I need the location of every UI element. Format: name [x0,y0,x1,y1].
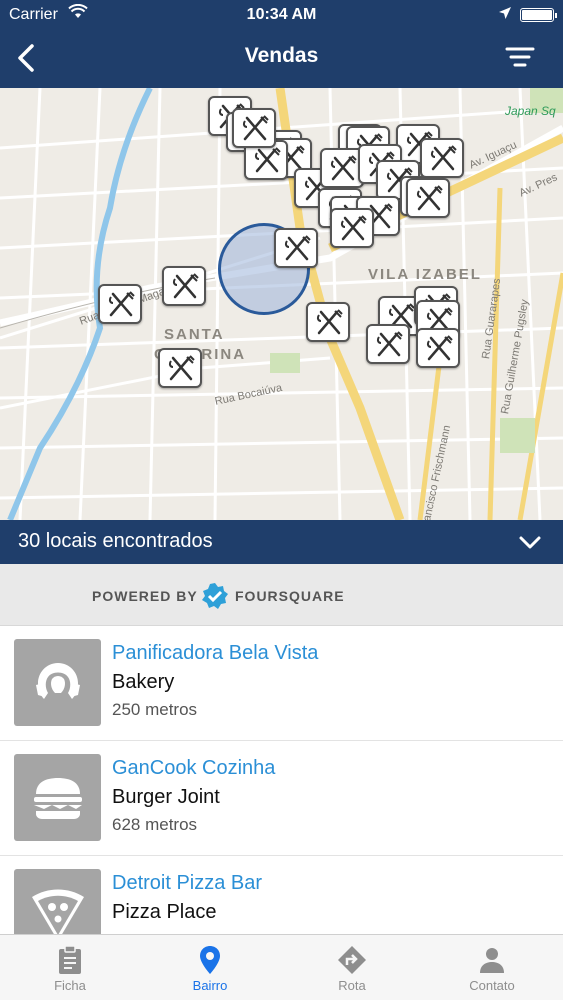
location-arrow-icon [498,6,512,25]
map-venue-marker[interactable] [158,348,202,388]
powered-by-banner: POWERED BY FOURSQUARE [0,564,563,626]
venue-name[interactable]: Panificadora Bela Vista [112,642,318,665]
poi-label: Japan Sq [505,104,556,118]
tab-label: Ficha [54,978,86,993]
powered-by-brand: FOURSQUARE [235,588,345,604]
fork-knife-icon [242,115,269,141]
fork-knife-icon [172,273,199,299]
map-venue-marker[interactable] [306,302,350,342]
tab-label: Bairro [192,978,228,993]
results-count: 30 locais encontrados [18,530,213,552]
tab-label: Contato [469,978,515,993]
fork-knife-icon [284,235,311,261]
chevron-down-icon[interactable] [518,532,542,557]
clock: 10:34 AM [246,6,317,23]
map-venue-marker[interactable] [232,108,276,148]
map-venue-marker[interactable] [366,324,410,364]
tab-bar: Ficha Bairro Rota Contato [0,934,563,1000]
fork-knife-icon [168,355,195,381]
filter-icon [505,47,535,67]
district-label: SANTA [164,326,225,343]
status-bar: Carrier 10:34 AM [0,0,563,30]
clipboard-icon [56,945,84,980]
fork-knife-icon [376,331,403,357]
fork-knife-icon [316,309,343,335]
tab-label: Rota [338,978,366,993]
navigation-bar: Carrier 10:34 AM Vendas [0,0,563,88]
venue-category: Pizza Place [112,901,217,923]
powered-by-label: POWERED BY [92,588,198,604]
venue-category: Bakery [112,671,175,693]
fork-knife-icon [330,155,357,181]
page-title: Vendas [244,44,319,67]
venue-distance: 628 metros [112,815,198,834]
map-venue-marker[interactable] [416,328,460,368]
map-venue-marker[interactable] [162,266,206,306]
tab-ficha[interactable]: Ficha [0,935,140,1000]
map-venue-marker[interactable] [406,178,450,218]
burger-icon [34,778,82,819]
venue-category: Burger Joint [112,786,220,808]
map-venue-marker[interactable] [420,138,464,178]
croissant-icon [36,663,80,699]
map-view[interactable]: Japan Sq VILA IZABEL SANTA CATARINA Rua … [0,88,563,520]
venue-thumbnail [14,869,101,934]
list-item[interactable]: Detroit Pizza Bar Pizza Place [0,856,563,934]
location-pin-icon [196,945,224,980]
foursquare-logo-icon [201,582,229,615]
map-venue-marker[interactable] [274,228,318,268]
tab-contato[interactable]: Contato [422,935,562,1000]
fork-knife-icon [416,185,443,211]
person-icon [478,945,506,980]
route-icon [338,945,366,980]
tab-rota[interactable]: Rota [282,935,422,1000]
fork-knife-icon [340,215,367,241]
results-bar[interactable]: 30 locais encontrados [0,520,563,564]
fork-knife-icon [430,145,457,171]
fork-knife-icon [426,335,453,361]
tab-bairro[interactable]: Bairro [140,935,280,1000]
venue-name[interactable]: Detroit Pizza Bar [112,872,262,895]
pizza-icon [32,889,84,934]
district-label: VILA IZABEL [368,266,482,283]
fork-knife-icon [108,291,135,317]
filter-button[interactable] [500,40,540,76]
list-item[interactable]: Panificadora Bela Vista Bakery 250 metro… [0,626,563,741]
venue-distance: 250 metros [112,700,198,719]
venue-thumbnail [14,639,101,726]
map-venue-marker[interactable] [330,208,374,248]
fork-knife-icon [254,147,281,173]
list-item[interactable]: GanCook Cozinha Burger Joint 628 metros [0,741,563,856]
battery-icon [520,8,557,22]
venue-thumbnail [14,754,101,841]
venue-list[interactable]: Panificadora Bela Vista Bakery 250 metro… [0,626,563,934]
venue-name[interactable]: GanCook Cozinha [112,757,275,780]
map-venue-marker[interactable] [98,284,142,324]
